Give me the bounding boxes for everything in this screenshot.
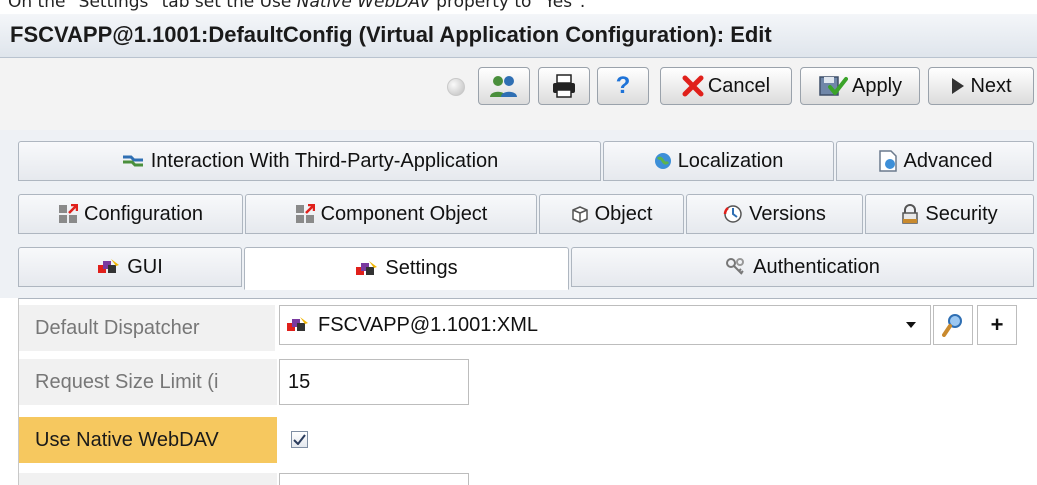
next-label: Next [970, 74, 1012, 97]
tab-gui[interactable]: GUI [18, 247, 242, 287]
tab-authentication[interactable]: Authentication [571, 247, 1034, 287]
instruction-caption: On the "Settings" tab set the Use Native… [8, 0, 586, 12]
dropdown-button[interactable] [891, 305, 931, 345]
cancel-button[interactable]: Cancel [660, 67, 792, 105]
users-icon [490, 76, 517, 97]
help-icon: ? [615, 72, 631, 99]
tab-security[interactable]: Security [865, 194, 1034, 234]
play-arrow-icon [952, 78, 965, 94]
window-titlebar: FSCVAPP@1.1001:DefaultConfig (Virtual Ap… [0, 14, 1037, 58]
default-dispatcher-row: Default Dispatcher FSCVAPP@1.1001:XML + [19, 299, 1037, 351]
cancel-label: Cancel [707, 74, 771, 97]
next-button[interactable]: Next [928, 67, 1034, 105]
document-user-icon [878, 150, 897, 172]
next-property-input[interactable] [279, 473, 469, 485]
handshake-icon [122, 155, 143, 167]
apply-label: Apply [851, 74, 903, 97]
window-title: FSCVAPP@1.1001:DefaultConfig (Virtual Ap… [10, 22, 772, 47]
search-button[interactable] [933, 305, 973, 345]
tab-localization[interactable]: Localization [603, 141, 834, 181]
settings-panel: Default Dispatcher FSCVAPP@1.1001:XML + … [18, 298, 1037, 485]
chevron-down-icon [906, 322, 916, 328]
printer-icon [553, 74, 575, 98]
help-button[interactable]: ? [597, 67, 649, 105]
keys-icon [726, 258, 745, 275]
request-size-limit-row: Request Size Limit (i 15 [19, 357, 1037, 409]
print-button[interactable] [538, 67, 590, 105]
add-button[interactable]: + [977, 305, 1017, 345]
use-native-webdav-label: Use Native WebDAV [19, 417, 277, 463]
apply-check-icon [819, 76, 848, 96]
tab-configuration[interactable]: Configuration [18, 194, 243, 234]
apply-button[interactable]: Apply [800, 67, 920, 105]
tab-settings[interactable]: Settings [244, 247, 569, 290]
checkmark-icon [293, 434, 306, 445]
tab-versions[interactable]: Versions [686, 194, 863, 234]
users-button[interactable] [478, 67, 530, 105]
app-icon [287, 317, 308, 331]
tab-interaction-third-party[interactable]: Interaction With Third-Party-Application [18, 141, 601, 181]
tab-object[interactable]: Object [539, 194, 684, 234]
component-object-icon [295, 204, 315, 223]
cube-icon [571, 206, 588, 223]
tab-component-object[interactable]: Component Object [245, 194, 537, 234]
versions-icon [723, 205, 742, 223]
search-icon [942, 314, 962, 337]
tab-advanced[interactable]: Advanced [836, 141, 1034, 181]
next-property-label [19, 473, 277, 485]
cancel-x-icon [682, 75, 704, 97]
app-icon [356, 260, 378, 275]
default-dispatcher-value: FSCVAPP@1.1001:XML [318, 313, 539, 336]
request-size-limit-label: Request Size Limit (i [19, 359, 277, 405]
default-dispatcher-label: Default Dispatcher [19, 305, 275, 351]
plus-icon: + [990, 312, 1004, 337]
status-indicator-icon [447, 78, 465, 96]
lock-icon [902, 204, 919, 224]
default-dispatcher-field[interactable]: FSCVAPP@1.1001:XML [279, 305, 931, 345]
tab-strip: Interaction With Third-Party-Application… [0, 130, 1037, 298]
next-property-row [19, 473, 1037, 485]
configuration-icon [59, 204, 79, 223]
request-size-limit-input[interactable]: 15 [279, 359, 469, 405]
app-icon [98, 259, 120, 273]
globe-icon [654, 153, 671, 169]
use-native-webdav-row: Use Native WebDAV [19, 415, 1037, 467]
toolbar: ? Cancel Apply Next [0, 58, 1037, 130]
use-native-webdav-checkbox[interactable] [291, 431, 308, 448]
